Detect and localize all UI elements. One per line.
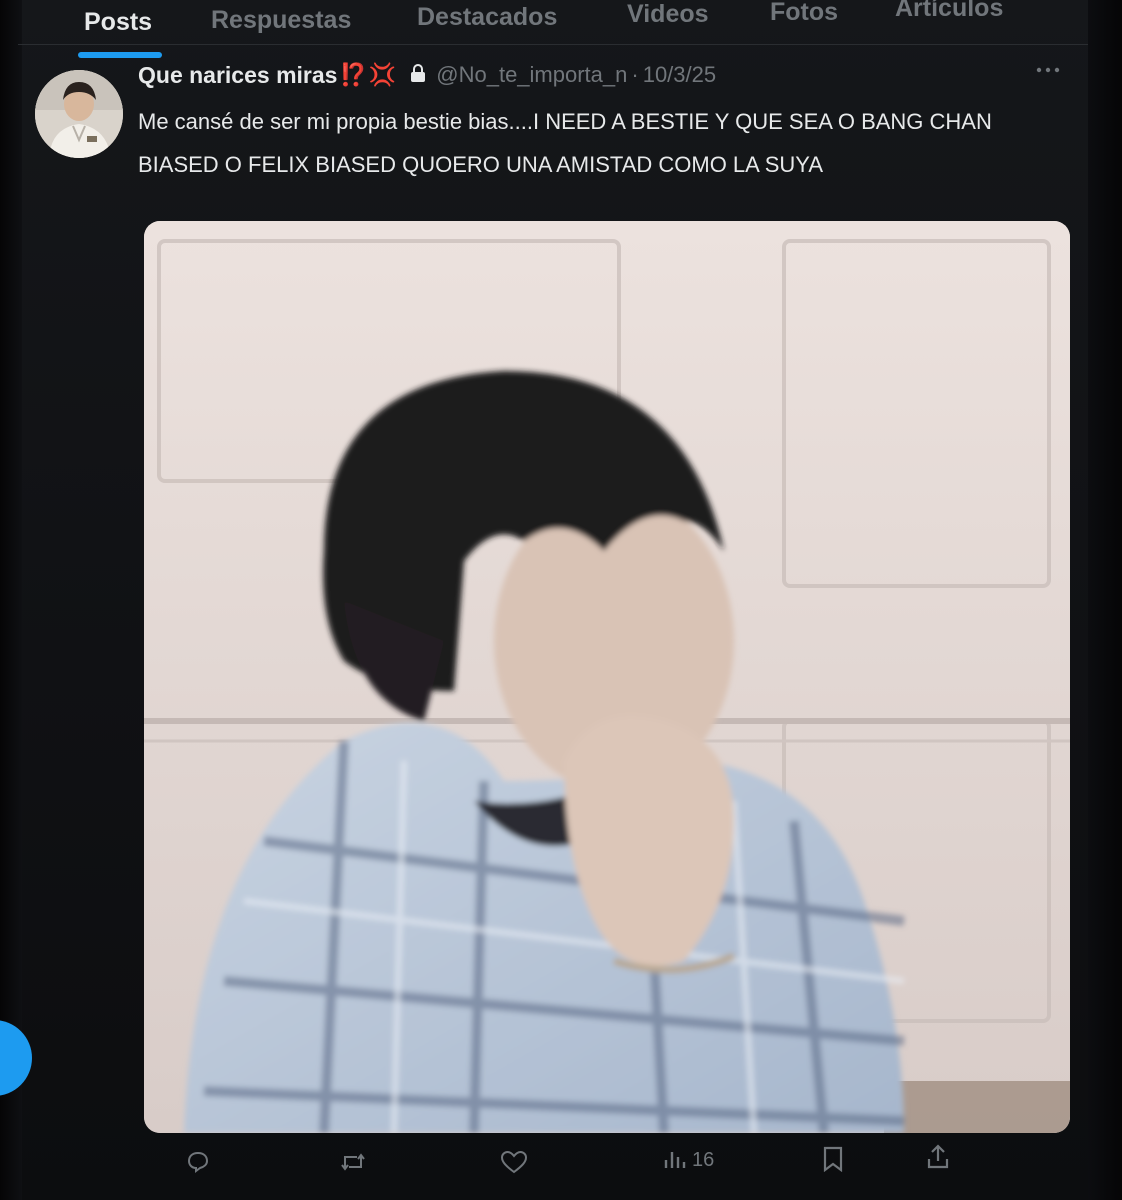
post-actions: 16 [0,1140,1090,1180]
display-name[interactable]: Que narices miras [138,62,337,89]
lock-icon [410,63,426,88]
bookmark-icon [822,1146,844,1172]
tab-videos[interactable]: Videos [627,0,709,29]
like-button[interactable] [500,1150,528,1174]
profile-tabs: Posts Respuestas Destacados Videos Fotos… [0,0,1090,58]
post-text: Me cansé de ser mi propia bestie bias...… [138,109,992,177]
more-dots-icon[interactable] [1036,54,1060,80]
share-button[interactable] [926,1144,950,1170]
user-handle[interactable]: @No_te_importa_n [436,62,627,88]
post-date[interactable]: 10/3/25 [643,62,716,88]
views-chart-icon [662,1148,686,1172]
reply-button[interactable] [186,1150,210,1174]
tabs-divider [18,44,1088,45]
tab-posts[interactable]: Posts [84,8,152,37]
bookmark-button[interactable] [822,1146,844,1172]
post-header: Que narices miras ⁉️ 💢 @No_te_importa_n … [138,58,716,92]
heart-icon [500,1150,528,1174]
avatar[interactable] [35,70,123,158]
views-button[interactable]: 16 [662,1148,714,1172]
anger-emoji: 💢 [368,62,397,87]
post-image[interactable] [144,221,1070,1133]
tab-fotos[interactable]: Fotos [770,0,838,27]
share-icon [926,1144,950,1170]
screen-bezel-left [0,0,22,1200]
separator-dot: · [631,62,639,87]
views-count: 16 [692,1148,715,1171]
tab-articulos[interactable]: Artículos [895,0,1003,23]
repost-button[interactable] [340,1150,366,1174]
tab-respuestas[interactable]: Respuestas [211,6,351,35]
screen-bezel-right [1088,0,1122,1200]
repost-icon [340,1150,366,1174]
tab-destacados[interactable]: Destacados [417,3,557,32]
reply-icon [186,1150,210,1174]
exclamation-question-emoji: ⁉️ [339,62,367,87]
